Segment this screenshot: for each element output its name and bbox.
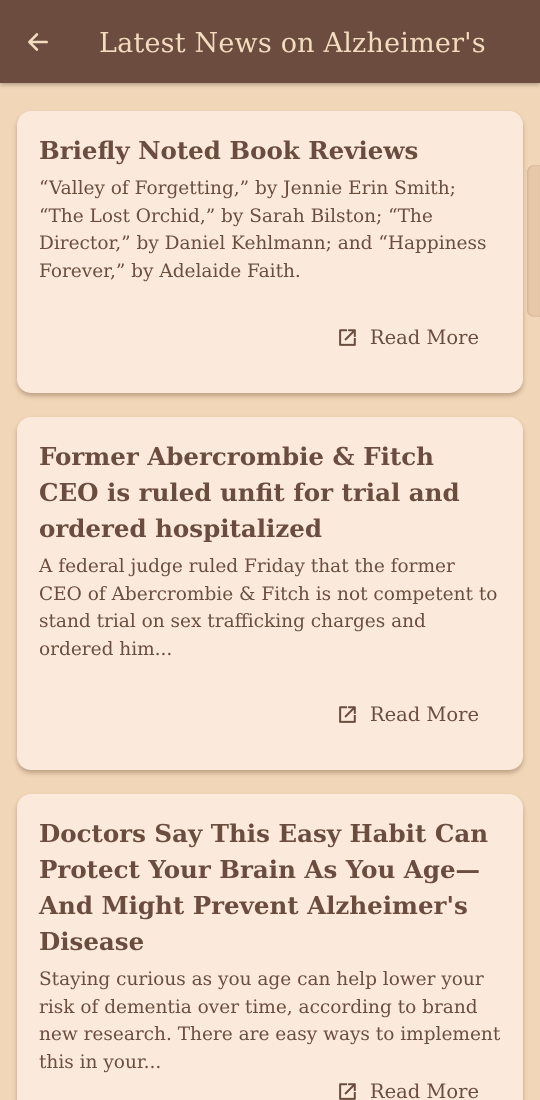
news-card[interactable]: Briefly Noted Book Reviews “Valley of Fo… [17,111,523,393]
top-app-bar: Latest News on Alzheimer's [0,0,540,83]
news-card-summary: “Valley of Forgetting,” by Jennie Erin S… [39,178,487,282]
news-card[interactable]: Former Abercrombie & Fitch CEO is ruled … [17,417,523,770]
news-feed: Briefly Noted Book Reviews “Valley of Fo… [0,83,540,1100]
read-more-button[interactable]: Read More [336,702,479,728]
open-in-new-icon [339,329,356,346]
back-button[interactable] [22,26,54,58]
page-title: Latest News on Alzheimer's [99,28,486,59]
read-more-label: Read More [369,326,479,349]
app-screen: Latest News on Alzheimer's Briefly Noted… [0,0,540,1100]
open-in-new-icon [339,1083,356,1100]
read-more-button[interactable]: Read More [336,1079,479,1100]
read-more-button[interactable]: Read More [336,325,479,351]
news-card-summary: Staying curious as you age can help lowe… [39,969,501,1073]
arrow-left-icon [28,33,48,51]
news-card-summary: A federal judge ruled Friday that the fo… [39,556,498,660]
news-card-title: Former Abercrombie & Fitch CEO is ruled … [39,442,460,543]
news-card[interactable]: Doctors Say This Easy Habit Can Protect … [17,794,523,1100]
news-card-title: Briefly Noted Book Reviews [39,136,419,165]
open-in-new-icon [339,706,356,723]
news-card-title: Doctors Say This Easy Habit Can Protect … [39,819,489,956]
read-more-label: Read More [369,1080,479,1100]
scrollbar-thumb[interactable] [527,165,540,317]
read-more-label: Read More [369,703,479,726]
